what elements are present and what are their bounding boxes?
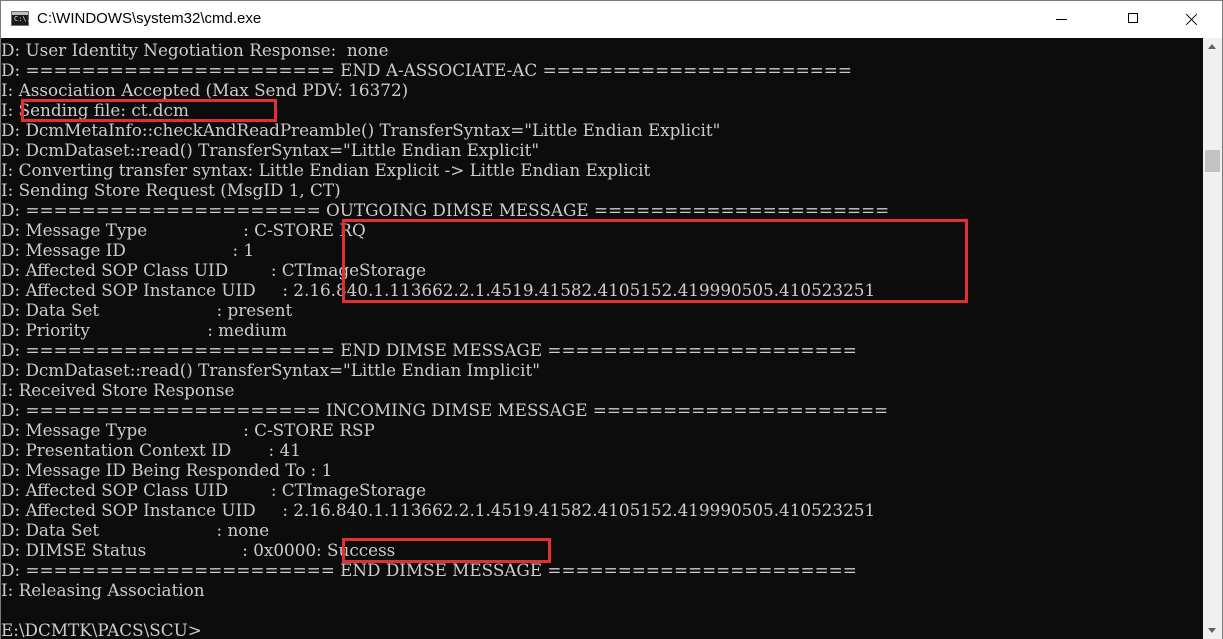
- cmd-console-icon[interactable]: C:\.: [11, 11, 31, 26]
- minimize-button[interactable]: [1039, 1, 1085, 38]
- console-line: D: DcmDataset::read() TransferSyntax="Li…: [1, 140, 540, 160]
- console-line: D: ====================== END A-ASSOCIAT…: [1, 60, 852, 80]
- scroll-down-button[interactable]: [1203, 622, 1222, 639]
- console-line: D: Message ID Being Responded To : 1: [1, 460, 333, 480]
- console-line: D: DcmDataset::read() TransferSyntax="Li…: [1, 360, 540, 380]
- maximize-icon: [1128, 13, 1138, 23]
- command-prompt[interactable]: E:\DCMTK\PACS\SCU>: [1, 620, 202, 639]
- maximize-button[interactable]: [1109, 1, 1155, 38]
- scrollbar-thumb[interactable]: [1205, 150, 1220, 172]
- console-line: D: ===================== OUTGOING DIMSE …: [1, 200, 890, 220]
- scroll-up-icon: [1208, 44, 1216, 49]
- console-line: D: Presentation Context ID : 41: [1, 440, 301, 460]
- window-title: C:\WINDOWS\system32\cmd.exe: [37, 10, 262, 27]
- console-line: D: Message Type : C-STORE RQ: [1, 220, 366, 240]
- scroll-down-icon: [1208, 628, 1216, 633]
- close-button[interactable]: [1167, 1, 1213, 38]
- console-line: D: Data Set : present: [1, 300, 293, 320]
- console-line: D: ====================== END DIMSE MESS…: [1, 340, 857, 360]
- console-line: D: ====================== END DIMSE MESS…: [1, 560, 857, 580]
- console-line: I: Association Accepted (Max Send PDV: 1…: [1, 80, 409, 100]
- console-line: D: User Identity Negotiation Response: n…: [1, 40, 389, 60]
- scroll-up-button[interactable]: [1203, 38, 1222, 55]
- console-line: I: Sending file: ct.dcm: [1, 100, 189, 120]
- console-line: D: Message ID : 1: [1, 240, 255, 260]
- console-line: D: Affected SOP Class UID : CTImageStora…: [1, 260, 427, 280]
- console-line: D: Priority : medium: [1, 320, 287, 340]
- console-line: D: Message Type : C-STORE RSP: [1, 420, 375, 440]
- console-line: D: Affected SOP Instance UID : 2.16.840.…: [1, 280, 876, 300]
- console-line: I: Releasing Association: [1, 580, 205, 600]
- console-line: D: DcmMetaInfo::checkAndReadPreamble() T…: [1, 120, 721, 140]
- console-line: I: Sending Store Request (MsgID 1, CT): [1, 180, 341, 200]
- vertical-scrollbar[interactable]: [1203, 38, 1222, 639]
- console-line: I: Received Store Response: [1, 380, 235, 400]
- console-line: D: Affected SOP Instance UID : 2.16.840.…: [1, 500, 876, 520]
- cmd-window: C:\. C:\WINDOWS\system32\cmd.exe D: User…: [0, 0, 1223, 639]
- console-line: D: Data Set : none: [1, 520, 270, 540]
- console-line: D: ===================== INCOMING DIMSE …: [1, 400, 889, 420]
- console-output[interactable]: D: User Identity Negotiation Response: n…: [1, 38, 1203, 639]
- title-bar[interactable]: C:\. C:\WINDOWS\system32\cmd.exe: [1, 1, 1222, 38]
- cmd-icon-text: C:\.: [14, 15, 31, 23]
- minimize-icon: [1056, 19, 1067, 20]
- console-line: D: Affected SOP Class UID : CTImageStora…: [1, 480, 427, 500]
- console-line: I: Converting transfer syntax: Little En…: [1, 160, 651, 180]
- console-line: D: DIMSE Status : 0x0000: Success: [1, 540, 396, 560]
